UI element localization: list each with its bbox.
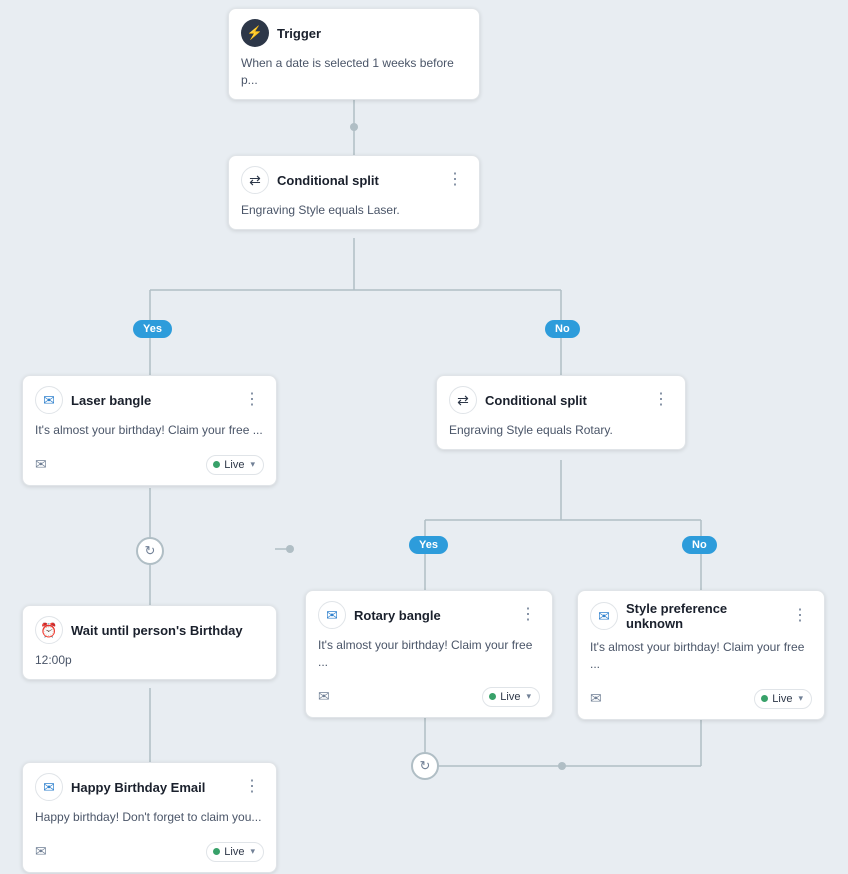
style-preference-card: ✉ Style preference unknown ⋮ It's almost… [577,590,825,720]
rotary-bangle-card: ✉ Rotary bangle ⋮ It's almost your birth… [305,590,553,718]
wait-card-icon: ⏰ [35,616,63,644]
style-pref-description: It's almost your birthday! Claim your fr… [578,639,824,683]
merge-connector-node[interactable]: ↻ [411,752,439,780]
happy-bday-email-icon: ✉ [35,843,47,860]
no-branch-label-1: No [545,320,580,338]
happy-bday-footer: ✉ Live ▾ [23,836,276,872]
laser-bangle-menu[interactable]: ⋮ [240,390,264,410]
rotary-bangle-email-icon: ✉ [318,688,330,705]
rotary-bangle-menu[interactable]: ⋮ [516,605,540,625]
trigger-description: When a date is selected 1 weeks before p… [229,55,479,99]
rotary-bangle-chevron: ▾ [526,691,531,702]
style-pref-footer: ✉ Live ▾ [578,683,824,719]
rotary-bangle-title: Rotary bangle [354,608,508,623]
laser-bangle-description: It's almost your birthday! Claim your fr… [23,422,276,449]
happy-bday-title: Happy Birthday Email [71,780,232,795]
wait-card-title: Wait until person's Birthday [71,623,264,638]
cond-split-right-header: ⇄ Conditional split ⋮ [437,376,685,422]
style-pref-icon: ✉ [590,602,618,630]
cond-split-right-icon: ⇄ [449,386,477,414]
trigger-title: Trigger [277,26,467,41]
style-pref-menu[interactable]: ⋮ [788,606,812,626]
style-pref-email-icon: ✉ [590,690,602,707]
laser-bangle-title: Laser bangle [71,393,232,408]
no-branch-label-2: No [682,536,717,554]
wait-connector-node[interactable]: ↻ [136,537,164,565]
style-pref-live-badge[interactable]: Live ▾ [754,689,812,709]
laser-bangle-card: ✉ Laser bangle ⋮ It's almost your birthd… [22,375,277,486]
cond-split-right-title: Conditional split [485,393,641,408]
rotary-bangle-icon: ✉ [318,601,346,629]
wait-card: ⏰ Wait until person's Birthday 12:00p [22,605,277,680]
rotary-bangle-footer: ✉ Live ▾ [306,681,552,717]
trigger-header: ⚡ Trigger [229,9,479,55]
trigger-card: ⚡ Trigger When a date is selected 1 week… [228,8,480,100]
happy-bday-live-badge[interactable]: Live ▾ [206,842,264,862]
trigger-icon: ⚡ [241,19,269,47]
style-pref-header: ✉ Style preference unknown ⋮ [578,591,824,639]
style-pref-live-dot [761,695,768,702]
workflow-canvas: ⚡ Trigger When a date is selected 1 week… [0,0,848,874]
style-pref-title: Style preference unknown [626,601,780,631]
happy-bday-description: Happy birthday! Don't forget to claim yo… [23,809,276,836]
laser-bangle-icon: ✉ [35,386,63,414]
laser-bangle-footer: ✉ Live ▾ [23,449,276,485]
yes-branch-label-1: Yes [133,320,172,338]
wait-card-time: 12:00p [23,652,276,679]
cond-split-top-menu[interactable]: ⋮ [443,170,467,190]
conditional-split-right-card: ⇄ Conditional split ⋮ Engraving Style eq… [436,375,686,450]
laser-bangle-live-badge[interactable]: Live ▾ [206,455,264,475]
happy-birthday-card: ✉ Happy Birthday Email ⋮ Happy birthday!… [22,762,277,873]
happy-bday-live-dot [213,848,220,855]
happy-bday-menu[interactable]: ⋮ [240,777,264,797]
cond-split-top-title: Conditional split [277,173,435,188]
rotary-bangle-live-badge[interactable]: Live ▾ [482,687,540,707]
happy-bday-chevron: ▾ [250,846,255,857]
laser-bangle-email-icon: ✉ [35,456,47,473]
cond-split-top-header: ⇄ Conditional split ⋮ [229,156,479,202]
laser-bangle-live-dot [213,461,220,468]
cond-split-right-menu[interactable]: ⋮ [649,390,673,410]
yes-branch-label-2: Yes [409,536,448,554]
laser-bangle-chevron: ▾ [250,459,255,470]
happy-bday-icon: ✉ [35,773,63,801]
cond-split-right-description: Engraving Style equals Rotary. [437,422,685,449]
conditional-split-top-card: ⇄ Conditional split ⋮ Engraving Style eq… [228,155,480,230]
laser-bangle-header: ✉ Laser bangle ⋮ [23,376,276,422]
style-pref-chevron: ▾ [798,693,803,704]
wait-card-header: ⏰ Wait until person's Birthday [23,606,276,652]
happy-bday-header: ✉ Happy Birthday Email ⋮ [23,763,276,809]
cond-split-top-description: Engraving Style equals Laser. [229,202,479,229]
cond-split-top-icon: ⇄ [241,166,269,194]
rotary-bangle-live-dot [489,693,496,700]
rotary-bangle-description: It's almost your birthday! Claim your fr… [306,637,552,681]
rotary-bangle-header: ✉ Rotary bangle ⋮ [306,591,552,637]
